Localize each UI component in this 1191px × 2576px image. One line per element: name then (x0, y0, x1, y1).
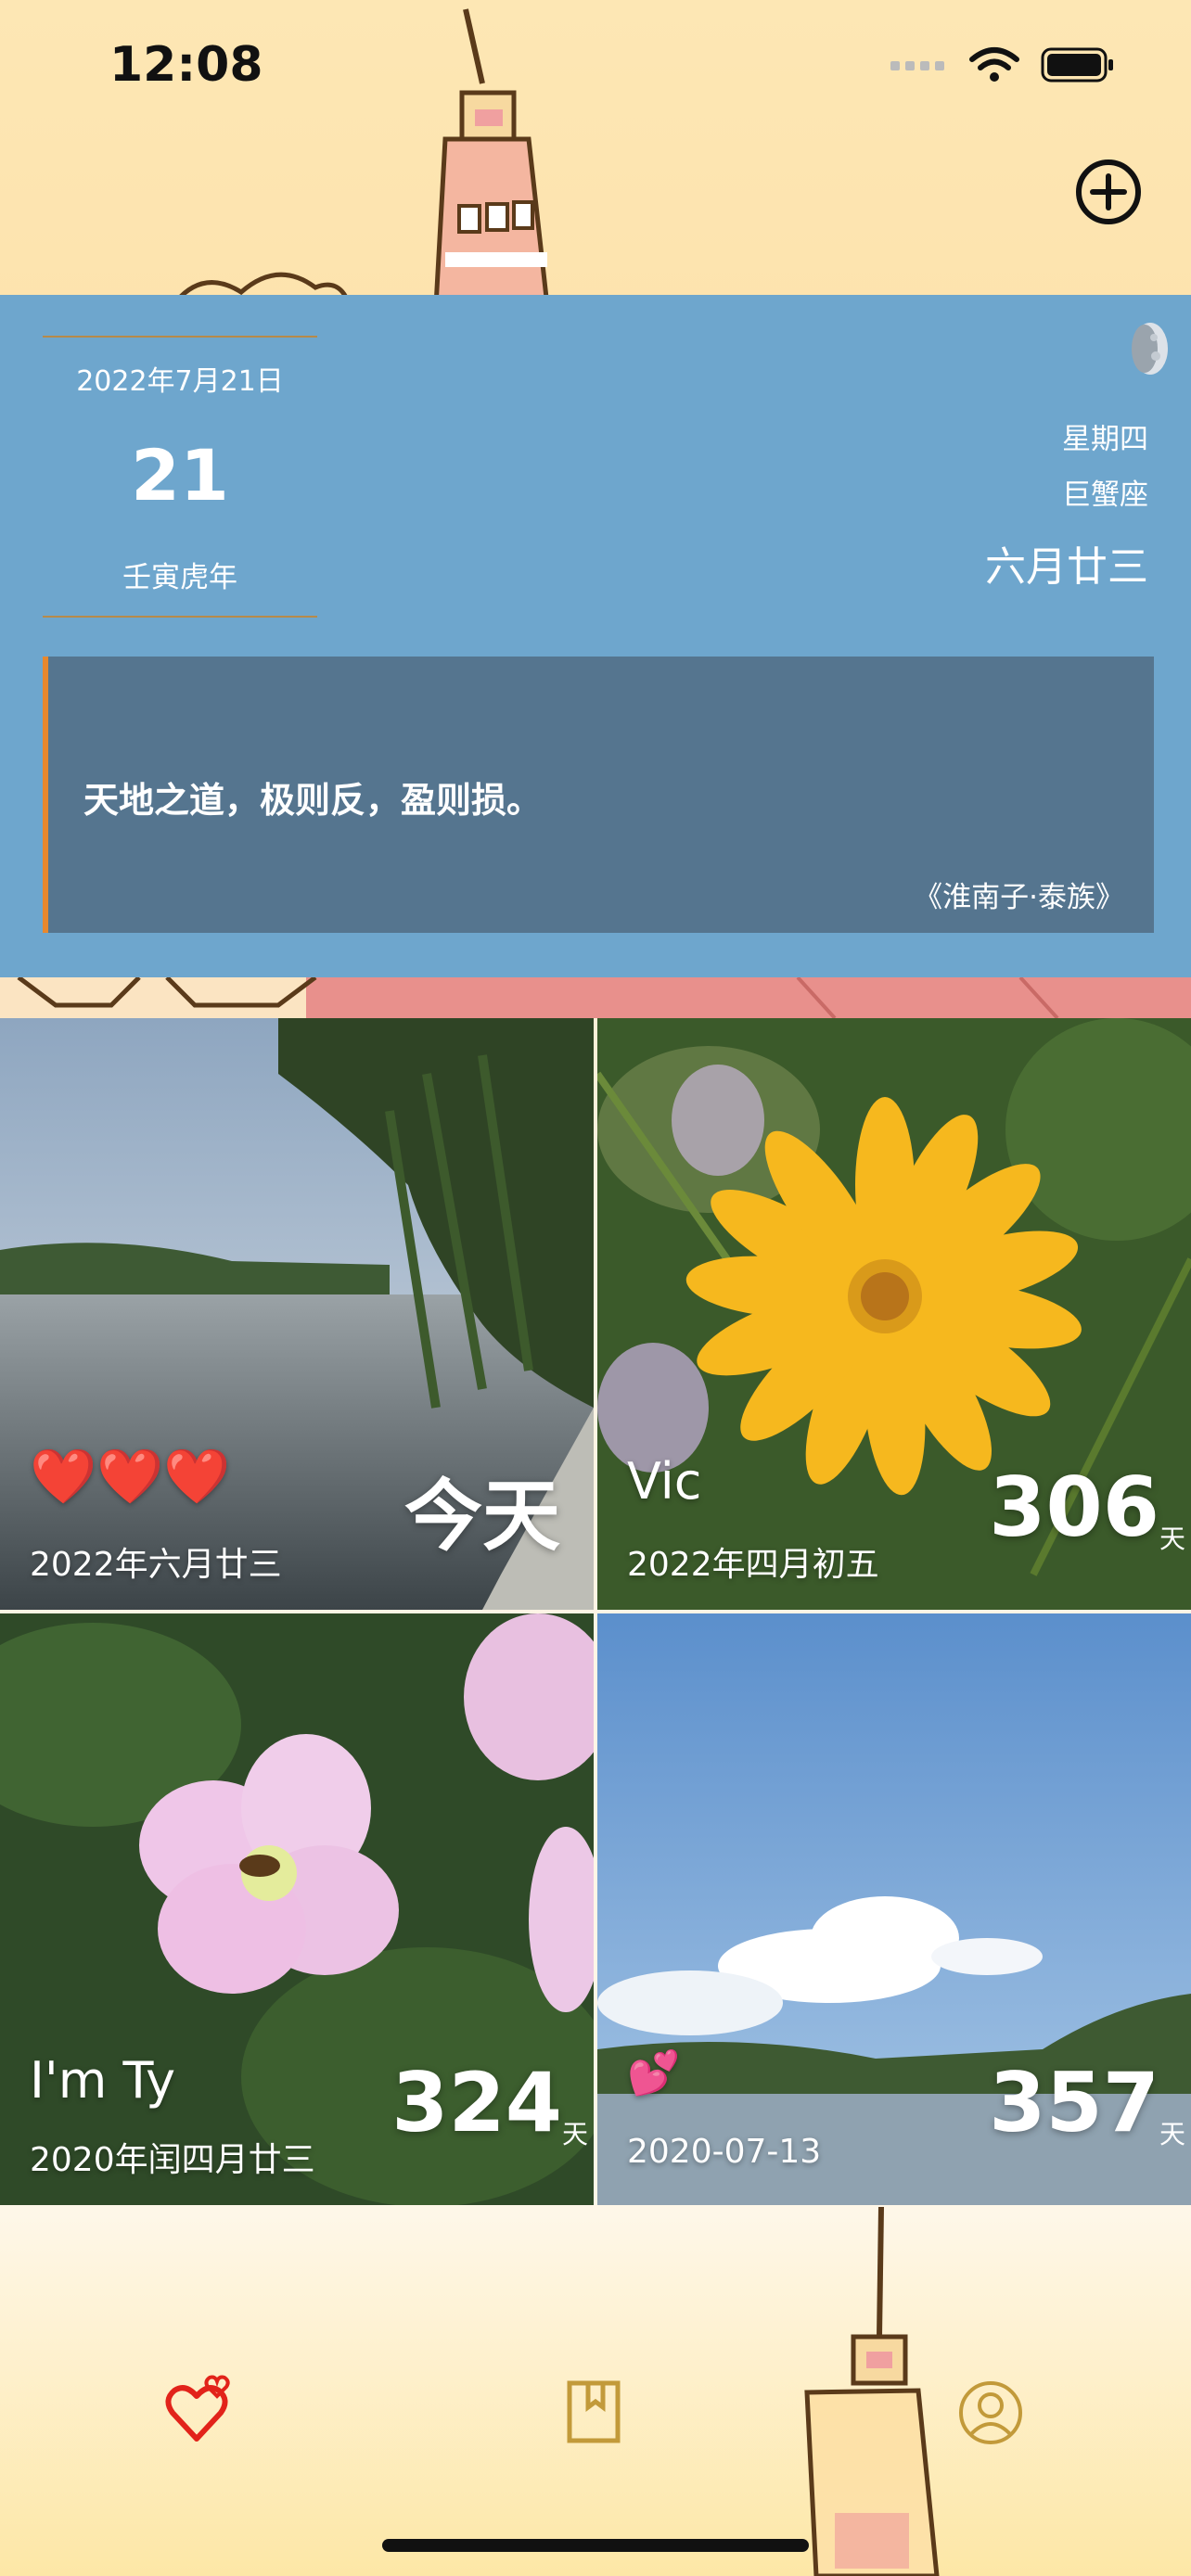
day-number: 21 (131, 434, 229, 516)
tile-count: 357 (989, 2055, 1159, 2150)
memory-tile-3[interactable]: I'm Ty 2020年闰四月廿三 324 天 (0, 1613, 594, 2205)
quote-text: 天地之道，极则反，盈则损。 (83, 780, 543, 821)
weekday: 星期四 (1062, 423, 1148, 456)
signal-icon (890, 61, 944, 70)
solar-date: 2022年7月21日 (76, 365, 284, 398)
date-divider-bottom (43, 616, 317, 618)
decorative-strip (0, 977, 1191, 1018)
memory-tile-4[interactable]: 💕 2020-07-13 357 天 (597, 1613, 1191, 2205)
tile-unit: 天 (1159, 1524, 1185, 1554)
tile-date: 2022年四月初五 (627, 1546, 879, 1584)
tab-love[interactable] (165, 2374, 239, 2448)
home-indicator (382, 2539, 809, 2552)
quote-source: 《淮南子·泰族》 (914, 881, 1124, 914)
status-icons (890, 46, 1115, 83)
tile-title: I'm Ty (30, 2051, 176, 2110)
tower-illustration-top (433, 8, 550, 306)
hearts-label: 💕 (627, 2047, 681, 2098)
lunar-date: 六月廿三 (985, 543, 1148, 591)
tile-date: 2020-07-13 (627, 2133, 822, 2171)
tile-count: 今天 (403, 1471, 560, 1562)
memory-tile-1[interactable]: 2022年六月廿三 ❤️❤️❤️ 今天 (0, 1018, 594, 1610)
zodiac-sign: 巨蟹座 (1062, 478, 1148, 512)
tile-date: 2022年六月廿三 (30, 1546, 282, 1584)
bookmark-icon (567, 2380, 621, 2443)
hearts-label: ❤️❤️❤️ (30, 1445, 231, 1508)
status-time: 12:08 (109, 37, 263, 93)
ganzhi-year: 壬寅虎年 (122, 561, 237, 594)
add-button[interactable] (1074, 158, 1143, 226)
tab-journal[interactable] (558, 2376, 633, 2450)
tile-title: Vic (627, 1452, 702, 1511)
tab-profile[interactable] (954, 2376, 1028, 2450)
tile-unit: 天 (1159, 2119, 1185, 2149)
tile-count: 306 (989, 1460, 1159, 1555)
moon-phase-icon (1132, 323, 1168, 375)
tile-date: 2020年闰四月廿三 (30, 2141, 315, 2179)
tile-unit: 天 (561, 2119, 588, 2149)
date-divider-top (43, 336, 317, 338)
memory-tile-2[interactable]: Vic 2022年四月初五 306 天 (597, 1018, 1191, 1610)
battery-icon (1041, 47, 1113, 83)
wifi-icon (969, 47, 1019, 82)
tile-count: 324 (391, 2055, 562, 2150)
